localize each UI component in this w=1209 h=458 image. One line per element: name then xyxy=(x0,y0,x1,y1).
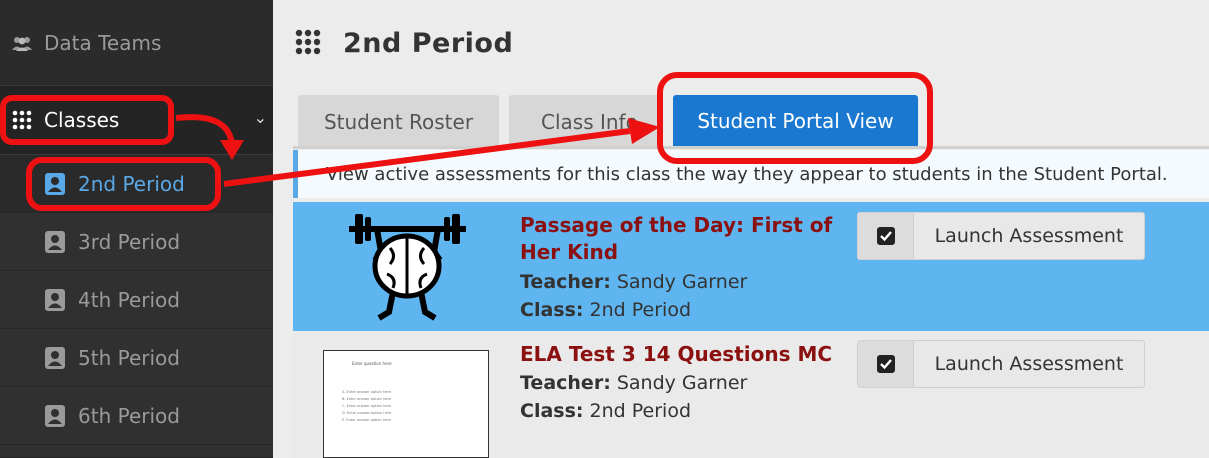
annotation-ring-classes xyxy=(0,95,174,145)
teacher-name: Sandy Garner xyxy=(616,271,748,293)
assessment-title[interactable]: Passage of the Day: First of Her Kind xyxy=(520,212,840,266)
assessment-row: Passage of the Day: First of Her Kind Te… xyxy=(293,202,1209,331)
main-content: 2nd Period Student Roster Class Info Stu… xyxy=(273,0,1209,458)
contact-book-icon xyxy=(44,288,66,312)
sidebar-item-5th-period[interactable]: 5th Period xyxy=(0,329,273,387)
page-header: 2nd Period xyxy=(295,28,513,59)
thumb-heading: Enter question here xyxy=(352,361,392,366)
sidebar-item-label: 4th Period xyxy=(78,287,180,312)
sidebar-item-partial xyxy=(0,445,273,458)
sidebar-item-label: 6th Period xyxy=(78,403,180,428)
sidebar-item-label: 3rd Period xyxy=(78,229,181,254)
tab-student-roster[interactable]: Student Roster xyxy=(298,95,499,149)
assessment-teacher: Teacher: Sandy Garner xyxy=(520,369,747,397)
class-label: Class: xyxy=(520,400,584,422)
assessment-teacher: Teacher: Sandy Garner xyxy=(520,268,747,296)
teacher-name: Sandy Garner xyxy=(616,372,748,394)
teacher-label: Teacher: xyxy=(520,372,611,394)
brain-weightlifting-icon xyxy=(345,208,470,326)
sidebar-item-label: 5th Period xyxy=(78,345,180,370)
sidebar-item-4th-period[interactable]: 4th Period xyxy=(0,271,273,329)
page-title: 2nd Period xyxy=(343,28,514,59)
grid-icon xyxy=(295,29,321,59)
sidebar-item-label: Data Teams xyxy=(44,30,162,55)
thumb-option: C. Enter answer option here xyxy=(342,404,391,408)
contact-book-icon xyxy=(44,346,66,370)
checkbox-icon xyxy=(858,213,914,259)
thumb-options: A. Enter answer option here B. Enter ans… xyxy=(342,389,391,424)
people-icon xyxy=(10,35,34,51)
launch-label: Launch Assessment xyxy=(934,225,1124,247)
chevron-down-icon[interactable]: ⌄ xyxy=(254,108,267,127)
assessment-class: Class: 2nd Period xyxy=(520,296,691,324)
thumb-option: B. Enter answer option here xyxy=(342,397,391,401)
thumb-option: D. Enter answer option here xyxy=(342,411,392,415)
contact-book-icon xyxy=(44,230,66,254)
sidebar-item-3rd-period[interactable]: 3rd Period xyxy=(0,213,273,271)
contact-book-icon xyxy=(44,404,66,428)
sidebar: Data Teams Classes ⌄ 2nd Period 3rd Peri… xyxy=(0,0,273,458)
sidebar-item-6th-period[interactable]: 6th Period xyxy=(0,387,273,445)
tab-class-info[interactable]: Class Info xyxy=(509,95,661,149)
launch-assessment-button[interactable]: Launch Assessment xyxy=(857,340,1145,388)
checkbox-icon xyxy=(858,341,914,387)
assessment-class: Class: 2nd Period xyxy=(520,397,691,425)
class-name: 2nd Period xyxy=(589,299,692,321)
assessment-row: Enter question here A. Enter answer opti… xyxy=(293,333,1209,458)
launch-label: Launch Assessment xyxy=(934,353,1124,375)
annotation-ring-portal-tab xyxy=(657,72,933,164)
teacher-label: Teacher: xyxy=(520,271,611,293)
sidebar-item-data-teams[interactable]: Data Teams xyxy=(0,0,273,86)
thumb-option: A. Enter answer option here xyxy=(342,390,391,394)
thumb-option: E. Enter answer option here xyxy=(342,418,391,422)
class-label: Class: xyxy=(520,299,584,321)
assessment-thumbnail: Enter question here A. Enter answer opti… xyxy=(323,350,489,458)
annotation-ring-2nd-period xyxy=(26,157,221,211)
launch-assessment-button[interactable]: Launch Assessment xyxy=(857,212,1145,260)
info-text: View active assessments for this class t… xyxy=(326,163,1168,185)
class-name: 2nd Period xyxy=(589,400,692,422)
